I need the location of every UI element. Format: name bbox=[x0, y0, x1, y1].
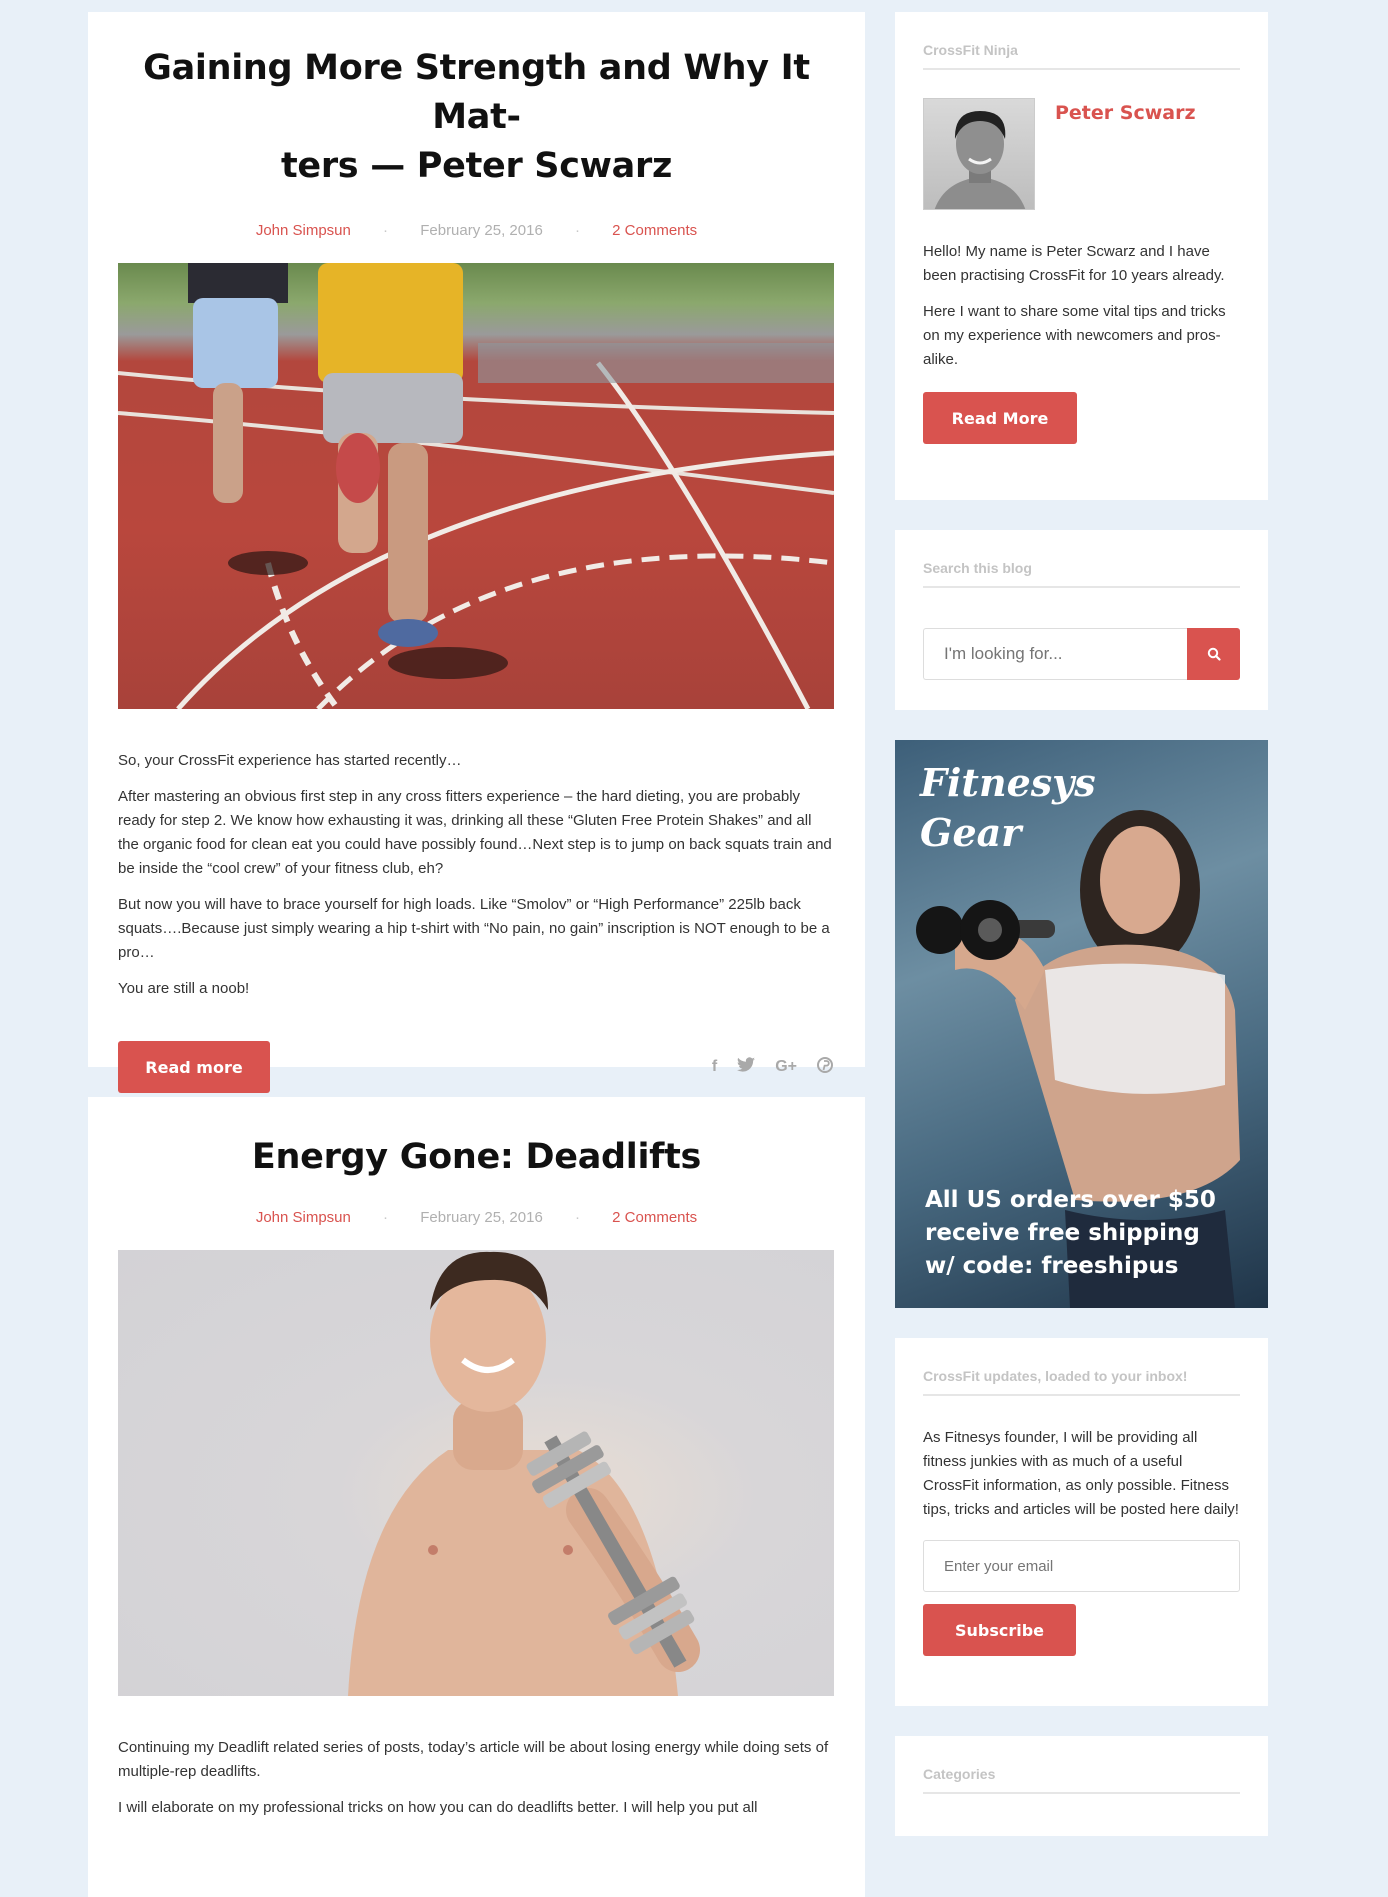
post-title[interactable]: Gaining More Strength and Why It Mat- te… bbox=[118, 44, 835, 191]
ad-promo-line: w/ code: freeshipus bbox=[925, 1253, 1179, 1279]
post-meta: John Simpsun · February 25, 2016 · 2 Com… bbox=[118, 1208, 835, 1228]
post-image-running-track[interactable] bbox=[118, 263, 834, 709]
avatar bbox=[923, 98, 1035, 210]
sidebar: CrossFit Ninja Peter Scwarz Hello! My na… bbox=[895, 12, 1268, 1866]
subscribe-button[interactable]: Subscribe bbox=[923, 1604, 1076, 1656]
search-widget: Search this blog bbox=[895, 530, 1268, 710]
ad-promo-text: All US orders over $50 receive free ship… bbox=[925, 1184, 1216, 1283]
search-input[interactable] bbox=[923, 628, 1187, 680]
meta-separator: · bbox=[574, 1209, 580, 1226]
blog-post: Energy Gone: Deadlifts John Simpsun · Fe… bbox=[88, 1097, 865, 1897]
widget-title: Categories bbox=[923, 1766, 1240, 1794]
facebook-icon[interactable]: f bbox=[712, 1058, 717, 1076]
meta-separator: · bbox=[383, 1209, 389, 1226]
ad-promo-line: receive free shipping bbox=[925, 1220, 1200, 1246]
main-column: Gaining More Strength and Why It Mat- te… bbox=[88, 12, 865, 1897]
ad-title-line: Gear bbox=[920, 810, 1022, 855]
read-more-button[interactable]: Read more bbox=[118, 1041, 270, 1093]
author-header: Peter Scwarz bbox=[923, 98, 1240, 210]
ad-title-line: Fitnesys bbox=[920, 760, 1096, 805]
post-title[interactable]: Energy Gone: Deadlifts bbox=[118, 1133, 835, 1182]
post-paragraph: Continuing my Deadlift related series of… bbox=[118, 1739, 829, 1780]
widget-title: CrossFit Ninja bbox=[923, 42, 1240, 70]
widget-title: Search this blog bbox=[923, 560, 1240, 588]
author-bio: Hello! My name is Peter Scwarz and I hav… bbox=[923, 240, 1240, 372]
search-button[interactable] bbox=[1187, 628, 1240, 680]
pinterest-icon[interactable] bbox=[817, 1056, 833, 1078]
post-comments-link[interactable]: 2 Comments bbox=[612, 1209, 697, 1226]
post-paragraph: You are still a noob! bbox=[118, 980, 250, 997]
widget-title: CrossFit updates, loaded to your inbox! bbox=[923, 1368, 1240, 1396]
categories-widget: Categories bbox=[895, 1736, 1268, 1836]
post-paragraph: But now you will have to brace yourself … bbox=[118, 896, 830, 961]
share-icons: f G+ bbox=[712, 1056, 835, 1078]
twitter-icon[interactable] bbox=[737, 1057, 756, 1077]
email-field[interactable] bbox=[923, 1540, 1240, 1592]
post-paragraph: After mastering an obvious first step in… bbox=[118, 788, 832, 877]
subscribe-widget: CrossFit updates, loaded to your inbox! … bbox=[895, 1338, 1268, 1706]
subscribe-description: As Fitnesys founder, I will be providing… bbox=[923, 1429, 1239, 1518]
search-form bbox=[923, 628, 1240, 680]
author-portrait bbox=[934, 111, 1026, 209]
running-track-illustration bbox=[118, 263, 834, 709]
post-excerpt: So, your CrossFit experience has started… bbox=[118, 749, 835, 1001]
ad-title: Fitnesys Gear bbox=[920, 758, 1096, 858]
post-author-link[interactable]: John Simpsun bbox=[256, 1209, 351, 1226]
blog-post: Gaining More Strength and Why It Mat- te… bbox=[88, 12, 865, 1093]
post-title-line-2[interactable]: ters — Peter Scwarz bbox=[281, 146, 672, 186]
meta-separator: · bbox=[383, 222, 389, 239]
post-date: February 25, 2016 bbox=[420, 1209, 543, 1226]
author-name[interactable]: Peter Scwarz bbox=[1055, 102, 1196, 210]
post-author-link[interactable]: John Simpsun bbox=[256, 222, 351, 239]
meta-separator: · bbox=[574, 222, 580, 239]
man-with-dumbbell-illustration bbox=[348, 1251, 700, 1696]
post-image-man-dumbbell[interactable] bbox=[118, 1250, 834, 1696]
post-comments-link[interactable]: 2 Comments bbox=[612, 222, 697, 239]
author-read-more-button[interactable]: Read More bbox=[923, 392, 1077, 444]
post-title-line-1[interactable]: Gaining More Strength and Why It Mat- bbox=[143, 48, 810, 137]
author-widget: CrossFit Ninja Peter Scwarz Hello! My na… bbox=[895, 12, 1268, 500]
post-footer: Read more f G+ bbox=[118, 1041, 835, 1093]
post-excerpt: Continuing my Deadlift related series of… bbox=[118, 1736, 835, 1820]
fitnesys-gear-ad-banner[interactable]: Fitnesys Gear All US orders over $50 rec… bbox=[895, 740, 1268, 1308]
ad-promo-line: All US orders over $50 bbox=[925, 1187, 1216, 1213]
author-bio-paragraph: Here I want to share some vital tips and… bbox=[923, 303, 1226, 368]
search-icon bbox=[1207, 647, 1221, 661]
post-paragraph: So, your CrossFit experience has started… bbox=[118, 752, 462, 769]
post-meta: John Simpsun · February 25, 2016 · 2 Com… bbox=[118, 221, 835, 241]
post-paragraph: I will elaborate on my professional tric… bbox=[118, 1799, 758, 1816]
google-plus-icon[interactable]: G+ bbox=[775, 1058, 797, 1076]
post-date: February 25, 2016 bbox=[420, 222, 543, 239]
author-bio-paragraph: Hello! My name is Peter Scwarz and I hav… bbox=[923, 243, 1225, 284]
